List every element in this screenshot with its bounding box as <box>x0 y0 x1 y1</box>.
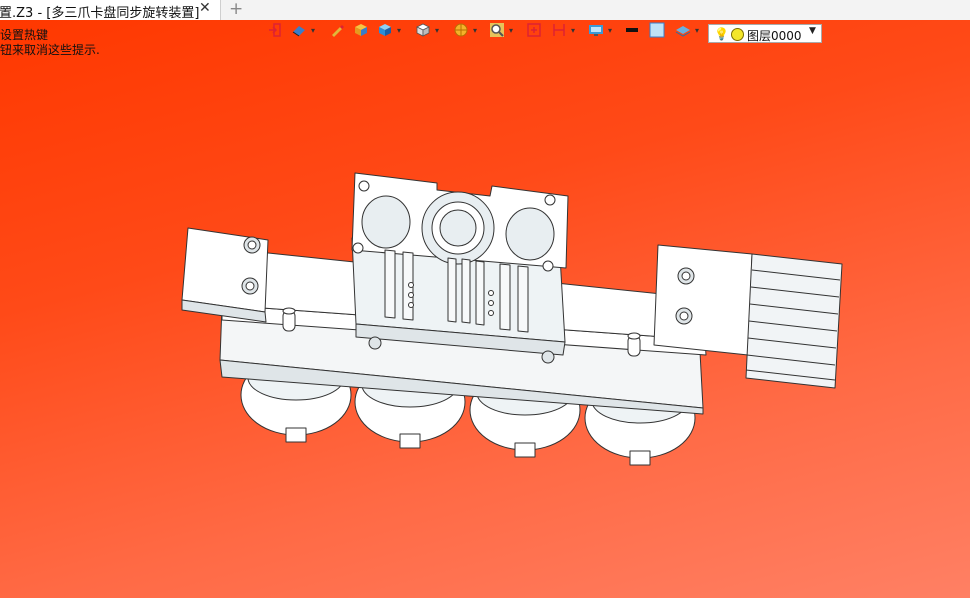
tab-bar: 装置.Z3 - [多三爪卡盘同步旋转装置] ✕ + <box>0 0 970 21</box>
add-tab-icon[interactable]: + <box>229 0 243 19</box>
chuck-assembly-model[interactable] <box>0 20 970 598</box>
close-icon[interactable]: ✕ <box>199 0 211 16</box>
3d-viewport[interactable]: 设置热键 钮来取消这些提示. ▾ ▾ ▾ ▾ ▾ ▾ ▾ ▾ 💡 图层0000 … <box>0 20 970 598</box>
tab-title: 装置.Z3 - [多三爪卡盘同步旋转装置] <box>0 6 200 20</box>
document-tab[interactable]: 装置.Z3 - [多三爪卡盘同步旋转装置] ✕ <box>0 0 221 20</box>
